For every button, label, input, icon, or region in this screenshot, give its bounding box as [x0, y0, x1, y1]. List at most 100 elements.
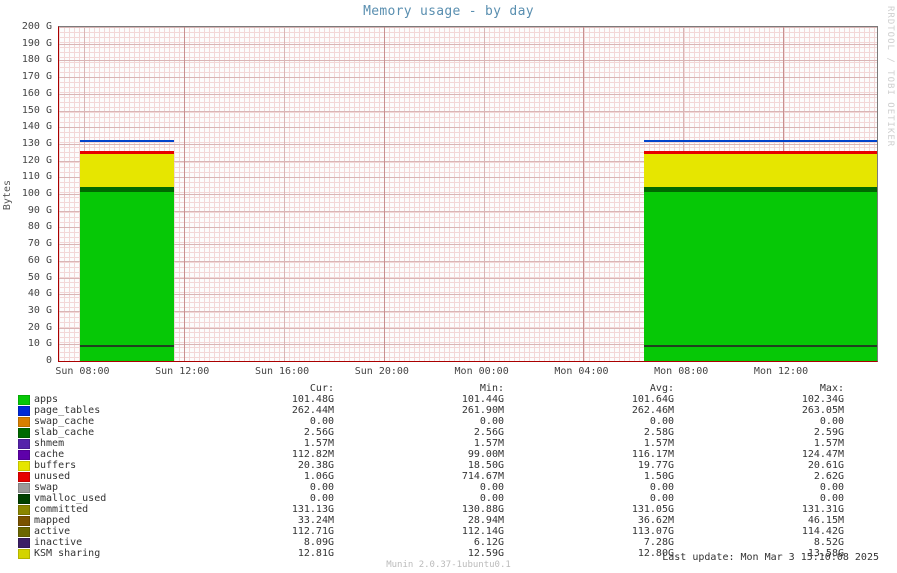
- legend-min: 2.56G: [334, 427, 504, 438]
- legend-name: KSM sharing: [34, 548, 164, 559]
- legend-avg: 12.80G: [504, 548, 674, 559]
- y-tick: 200 G: [2, 21, 52, 32]
- legend-min: 261.90M: [334, 405, 504, 416]
- x-tick: Sun 16:00: [255, 366, 309, 377]
- legend-row: inactive8.09G6.12G7.28G8.52G: [18, 537, 878, 548]
- legend-swatch: [18, 516, 30, 526]
- legend-swatch: [18, 527, 30, 537]
- legend-row: unused1.06G714.67M1.50G2.62G: [18, 471, 878, 482]
- legend-name: cache: [34, 449, 164, 460]
- legend-name: page_tables: [34, 405, 164, 416]
- legend-row: cache112.82M99.00M116.17M124.47M: [18, 449, 878, 460]
- legend-max: 0.00: [674, 482, 844, 493]
- y-tick: 20 G: [2, 322, 52, 333]
- legend-name: vmalloc_used: [34, 493, 164, 504]
- legend-row: buffers20.38G18.50G19.77G20.61G: [18, 460, 878, 471]
- legend-header: Cur: Min: Avg: Max:: [18, 383, 878, 394]
- legend-swatch: [18, 461, 30, 471]
- legend-row: swap_cache0.000.000.000.00: [18, 416, 878, 427]
- y-tick: 140 G: [2, 121, 52, 132]
- y-tick: 80 G: [2, 221, 52, 232]
- legend-min: 0.00: [334, 493, 504, 504]
- legend-min: 99.00M: [334, 449, 504, 460]
- x-tick: Mon 04:00: [554, 366, 608, 377]
- y-tick: 70 G: [2, 238, 52, 249]
- legend-name: inactive: [34, 537, 164, 548]
- legend-swatch: [18, 505, 30, 515]
- legend-cur: 1.57M: [164, 438, 334, 449]
- y-tick: 160 G: [2, 88, 52, 99]
- legend-max: 2.59G: [674, 427, 844, 438]
- x-tick: Mon 12:00: [754, 366, 808, 377]
- legend-avg: 0.00: [504, 482, 674, 493]
- legend-row: shmem1.57M1.57M1.57M1.57M: [18, 438, 878, 449]
- legend-avg: 262.46M: [504, 405, 674, 416]
- legend-min: 101.44G: [334, 394, 504, 405]
- legend-name: swap: [34, 482, 164, 493]
- legend-max: 102.34G: [674, 394, 844, 405]
- legend-cur: 2.56G: [164, 427, 334, 438]
- legend-swatch: [18, 428, 30, 438]
- col-min: Min:: [334, 383, 504, 394]
- legend-cur: 20.38G: [164, 460, 334, 471]
- y-tick: 110 G: [2, 171, 52, 182]
- legend-avg: 19.77G: [504, 460, 674, 471]
- y-tick: 0: [2, 355, 52, 366]
- legend-row: page_tables262.44M261.90M262.46M263.05M: [18, 405, 878, 416]
- legend-avg: 1.57M: [504, 438, 674, 449]
- legend-cur: 0.00: [164, 482, 334, 493]
- legend-avg: 7.28G: [504, 537, 674, 548]
- legend-swatch: [18, 439, 30, 449]
- legend-swatch: [18, 395, 30, 405]
- legend-cur: 262.44M: [164, 405, 334, 416]
- legend-cur: 1.06G: [164, 471, 334, 482]
- legend-min: 130.88G: [334, 504, 504, 515]
- legend-cur: 101.48G: [164, 394, 334, 405]
- legend-min: 12.59G: [334, 548, 504, 559]
- legend-min: 28.94M: [334, 515, 504, 526]
- legend-row: active112.71G112.14G113.07G114.42G: [18, 526, 878, 537]
- legend-avg: 131.05G: [504, 504, 674, 515]
- legend-row: committed131.13G130.88G131.05G131.31G: [18, 504, 878, 515]
- legend-name: apps: [34, 394, 164, 405]
- x-tick: Sun 12:00: [155, 366, 209, 377]
- legend-min: 1.57M: [334, 438, 504, 449]
- y-tick: 190 G: [2, 38, 52, 49]
- legend-min: 112.14G: [334, 526, 504, 537]
- y-tick: 180 G: [2, 54, 52, 65]
- legend-max: 8.52G: [674, 537, 844, 548]
- legend-max: 0.00: [674, 493, 844, 504]
- legend-min: 18.50G: [334, 460, 504, 471]
- legend-swatch: [18, 417, 30, 427]
- legend-max: 1.57M: [674, 438, 844, 449]
- legend-avg: 1.50G: [504, 471, 674, 482]
- x-tick: Mon 08:00: [654, 366, 708, 377]
- y-tick: 50 G: [2, 272, 52, 283]
- legend-name: mapped: [34, 515, 164, 526]
- legend-avg: 116.17M: [504, 449, 674, 460]
- legend-cur: 33.24M: [164, 515, 334, 526]
- legend-max: 46.15M: [674, 515, 844, 526]
- legend-name: swap_cache: [34, 416, 164, 427]
- x-tick: Sun 20:00: [355, 366, 409, 377]
- legend-max: 124.47M: [674, 449, 844, 460]
- legend-avg: 0.00: [504, 493, 674, 504]
- col-cur: Cur:: [164, 383, 334, 394]
- chart-plot-area: [58, 26, 878, 362]
- legend-row: vmalloc_used0.000.000.000.00: [18, 493, 878, 504]
- y-tick: 170 G: [2, 71, 52, 82]
- legend-cur: 0.00: [164, 416, 334, 427]
- legend-cur: 0.00: [164, 493, 334, 504]
- legend-row: slab_cache2.56G2.56G2.58G2.59G: [18, 427, 878, 438]
- stacked-area-block: [644, 151, 877, 361]
- legend-avg: 113.07G: [504, 526, 674, 537]
- col-max: Max:: [674, 383, 844, 394]
- legend-max: 131.31G: [674, 504, 844, 515]
- inactive-line: [80, 345, 173, 347]
- rrdtool-watermark: RRDTOOL / TOBI OETIKER: [885, 6, 895, 147]
- legend-cur: 112.82M: [164, 449, 334, 460]
- legend-min: 714.67M: [334, 471, 504, 482]
- inactive-line: [644, 345, 877, 347]
- legend-swatch: [18, 538, 30, 548]
- y-tick: 60 G: [2, 255, 52, 266]
